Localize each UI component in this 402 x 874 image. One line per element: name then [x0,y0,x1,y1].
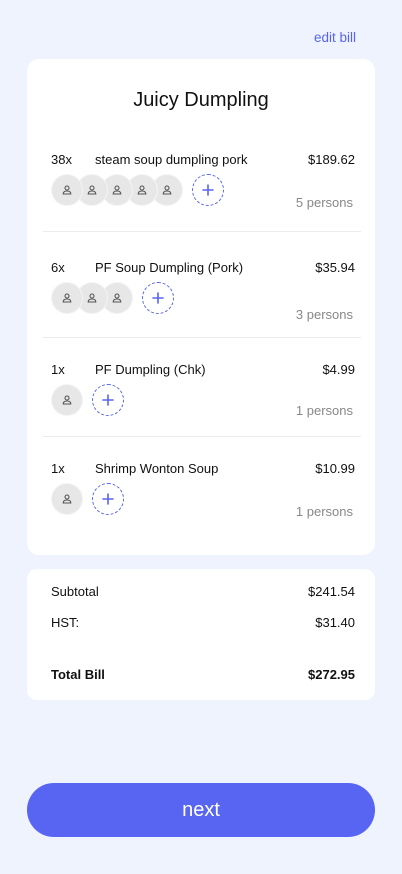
person-icon [62,395,72,405]
tax-value: $31.40 [315,615,355,630]
person-avatar[interactable] [51,483,83,515]
subtotal-label: Subtotal [51,584,99,599]
persons-count: 1 persons [295,403,353,418]
person-avatar[interactable] [51,384,83,416]
person-icon [112,293,122,303]
item-quantity: 6x [51,260,65,275]
item-name: Shrimp Wonton Soup [95,461,219,476]
person-icon [62,185,72,195]
persons-count: 5 persons [295,195,353,210]
item-divider [43,337,361,338]
item-divider [43,436,361,437]
item-name: steam soup dumpling pork [95,152,248,167]
person-icon [162,185,172,195]
assigned-persons [51,482,124,516]
item-quantity: 1x [51,362,65,377]
person-icon [112,185,122,195]
person-icon [87,185,97,195]
restaurant-name: Juicy Dumpling [133,89,269,111]
summary-card: Subtotal $241.54 HST: $31.40 Total Bill … [27,569,375,700]
item-quantity: 38x [51,152,72,167]
plus-icon [102,394,114,406]
next-button[interactable]: next [27,783,375,837]
plus-icon [102,493,114,505]
plus-icon [152,292,164,304]
plus-icon [202,184,214,196]
item-name: PF Soup Dumpling (Pork) [95,260,244,275]
tax-label: HST: [51,615,80,630]
total-value: $272.95 [308,667,355,682]
assigned-persons [51,383,124,417]
person-icon [87,293,97,303]
add-person-button[interactable] [142,282,174,314]
person-avatar[interactable] [51,282,83,314]
edit-bill-link[interactable]: edit bill [314,30,356,45]
total-label: Total Bill [51,667,105,682]
person-icon [62,494,72,504]
item-price: $4.99 [322,362,355,377]
assigned-persons [51,173,224,207]
add-person-button[interactable] [92,483,124,515]
person-icon [137,185,147,195]
item-price: $35.94 [315,260,355,275]
item-quantity: 1x [51,461,65,476]
add-person-button[interactable] [92,384,124,416]
item-price: $189.62 [308,152,355,167]
bill-split-screen: edit bill Juicy Dumpling 38x steam soup … [0,0,402,874]
person-avatar[interactable] [51,174,83,206]
persons-count: 3 persons [295,307,353,322]
item-divider [43,231,361,232]
subtotal-value: $241.54 [308,584,355,599]
item-price: $10.99 [315,461,355,476]
assigned-persons [51,281,174,315]
bill-card: Juicy Dumpling 38x steam soup dumpling p… [27,59,375,555]
persons-count: 1 persons [295,504,353,519]
add-person-button[interactable] [192,174,224,206]
item-name: PF Dumpling (Chk) [95,362,206,377]
person-icon [62,293,72,303]
